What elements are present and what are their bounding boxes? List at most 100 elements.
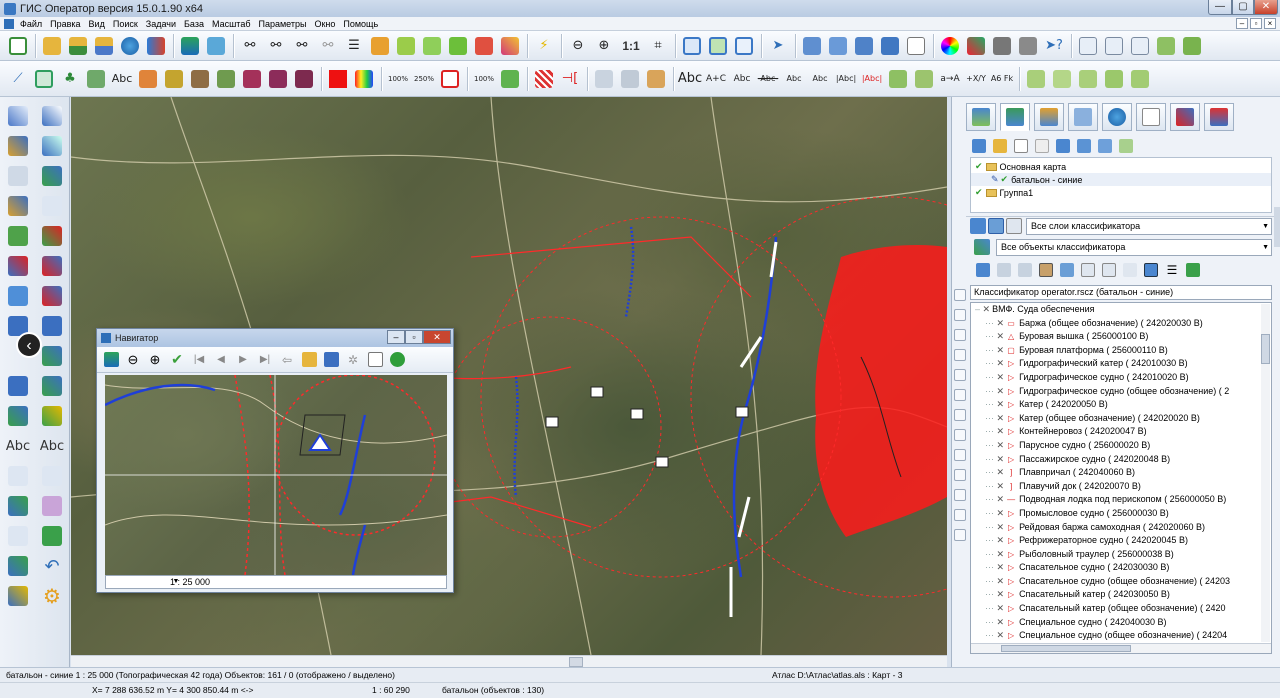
menu-search[interactable]: Поиск (113, 19, 138, 29)
tool-flag-button[interactable] (35, 251, 69, 281)
zoom-extent-button[interactable]: ⌗ (646, 34, 670, 58)
label-edit-button[interactable] (1024, 67, 1048, 91)
grid3-button[interactable] (1128, 34, 1152, 58)
menu-view[interactable]: Вид (89, 19, 105, 29)
list-button[interactable]: ☰ (342, 34, 366, 58)
tab-styles[interactable] (1170, 103, 1200, 131)
text-style2-button[interactable] (912, 67, 936, 91)
menu-window[interactable]: Окно (314, 19, 335, 29)
tool-check-line-button[interactable] (35, 161, 69, 191)
classifier-item[interactable]: ⋯ ✕ — Подводная лодка под перископом ( 256… (971, 493, 1271, 507)
symbol-circle-icon[interactable] (954, 409, 966, 421)
tool-shapes-button[interactable] (35, 401, 69, 431)
tool-line-curve-button[interactable] (35, 131, 69, 161)
chevron-down-icon[interactable]: ▼ (170, 576, 182, 588)
palette-button[interactable] (144, 34, 168, 58)
tool-help-line-button[interactable] (1, 101, 35, 131)
confirm-button[interactable] (706, 34, 730, 58)
classifier-item[interactable]: ⋯ ✕ ▷ Спасательный катер ( 242030050 В) (971, 588, 1271, 602)
tool-table-button[interactable] (1, 581, 35, 611)
open-layers-button[interactable] (66, 34, 90, 58)
scroll-thumb[interactable] (1001, 645, 1131, 652)
text-style-button[interactable] (886, 67, 910, 91)
zoom-in-button[interactable]: ⊕ (592, 34, 616, 58)
tool-connector-button[interactable] (1, 491, 35, 521)
scale-100b-button[interactable]: 100% (472, 67, 496, 91)
layers-filter-icon[interactable] (970, 218, 986, 234)
window-object2-button[interactable] (878, 34, 902, 58)
minimize-button[interactable]: — (1208, 0, 1232, 15)
select-clear-button[interactable] (472, 34, 496, 58)
classifier-item[interactable]: ⋯ ✕ ▷ Гидрографический катер ( 242010030 В… (971, 357, 1271, 371)
text-case-button[interactable]: a→A (938, 67, 962, 91)
classifier-pick-button[interactable] (995, 261, 1013, 279)
navigator-map[interactable] (105, 375, 447, 575)
nav-zoom-in-button[interactable]: ⊕ (145, 350, 165, 370)
classifier-item[interactable]: ⋯ ✕] Плавпричал ( 242040060 В) (971, 466, 1271, 480)
label-edit4-button[interactable] (1102, 67, 1126, 91)
objects-filter-icon[interactable] (974, 239, 990, 255)
style-button[interactable] (498, 34, 522, 58)
select-check-button[interactable] (394, 34, 418, 58)
layer-move-button[interactable] (1096, 137, 1114, 155)
classifier-item[interactable]: ⋯ ✕ ▷ Спасательный катер (общее обозначени… (971, 602, 1271, 616)
classifier-item[interactable]: ⋯ ✕ ▷ Катер (общее обозначение) ( 24202002… (971, 412, 1271, 426)
classifier-item[interactable]: ⋯ ✕ ▷ Контейнеровоз ( 242020047 В) (971, 425, 1271, 439)
symbol-rect-icon[interactable] (954, 349, 966, 361)
tab-layers-tree[interactable] (966, 103, 996, 131)
zoom-window-button[interactable] (680, 34, 704, 58)
text-wave-button[interactable]: Abc (808, 67, 832, 91)
tool-rotate-button[interactable] (35, 281, 69, 311)
tool-export-button[interactable] (1, 551, 35, 581)
classifier-item[interactable]: ⋯ ✕ ▷ Специальное судно ( 242040030 В) (971, 616, 1271, 630)
layer-doc-button[interactable] (1033, 137, 1051, 155)
tab-objects[interactable] (1034, 103, 1064, 131)
style-edit-button[interactable] (1154, 34, 1178, 58)
menu-parameters[interactable]: Параметры (258, 19, 306, 29)
tank-button[interactable] (990, 34, 1014, 58)
tool-pin-button[interactable] (1, 161, 35, 191)
text-plus-button[interactable]: +X/Y (964, 67, 988, 91)
bracket-button[interactable]: ⊣[ (558, 67, 582, 91)
select-add-button[interactable] (420, 34, 444, 58)
tool-line-button[interactable] (35, 101, 69, 131)
object-form-button[interactable] (84, 67, 108, 91)
tool-flag-line-button[interactable] (1, 251, 35, 281)
tool-pick-button[interactable] (1, 521, 35, 551)
symbol-lines-icon[interactable] (954, 489, 966, 501)
symbol-diamond-icon[interactable] (954, 369, 966, 381)
tree-symbol-button[interactable]: ♣ (58, 67, 82, 91)
classifier-item[interactable]: ⋯ ✕ ▷ Парусное судно ( 256000020 В) (971, 439, 1271, 453)
scale-100-button[interactable]: 100% (386, 67, 410, 91)
mdi-restore-button[interactable]: ▫ (1250, 18, 1262, 29)
globe-button[interactable] (118, 34, 142, 58)
lightning-button[interactable]: ⚡ (532, 34, 556, 58)
roads-button[interactable] (240, 67, 264, 91)
tool-scissors-button[interactable] (35, 191, 69, 221)
classifier-item[interactable]: ⋯ ✕ ▷ Специальное судно (общее обозначение… (971, 629, 1271, 643)
classifier-item[interactable]: ⋯ ✕] Плавучий док ( 242020070 В) (971, 480, 1271, 494)
tab-map[interactable] (1000, 103, 1030, 131)
fill-gradient-button[interactable] (352, 67, 376, 91)
classifier-item[interactable]: ⋯ ✕ ▷ Гидрографическое судно ( 242010020 В… (971, 371, 1271, 385)
classifier-list-button[interactable]: ☰ (1163, 261, 1181, 279)
classifier-tree-button[interactable] (1037, 261, 1055, 279)
symbol-ring-icon[interactable] (954, 469, 966, 481)
nav-first-button[interactable]: |◀ (189, 350, 209, 370)
mdi-minimize-button[interactable]: – (1236, 18, 1248, 29)
classifier-item[interactable]: ⋯ ✕ ▷ Пассажирское судно ( 242020048 В) (971, 453, 1271, 467)
panel-edge-scroll[interactable] (1274, 207, 1280, 247)
tool-move-button[interactable] (1, 281, 35, 311)
rectangle-button[interactable] (32, 67, 56, 91)
menu-help[interactable]: Помощь (343, 19, 378, 29)
navigator-title-bar[interactable]: Навигатор – ▫ ✕ (97, 329, 453, 347)
open-map-button[interactable] (40, 34, 64, 58)
tool-sign-button[interactable] (1, 461, 35, 491)
tree-item-main-map[interactable]: ✔ Основная карта (971, 160, 1271, 173)
tree-item-battalion-blue[interactable]: ✎ ✔ батальон - синие (971, 173, 1271, 186)
nav-next-button[interactable]: ▶ (233, 350, 253, 370)
rsc-icon[interactable] (1006, 218, 1022, 234)
tool-line-edit-button[interactable] (1, 131, 35, 161)
tool-undo-button[interactable]: ↶ (35, 551, 69, 581)
tab-exit[interactable] (1204, 103, 1234, 131)
